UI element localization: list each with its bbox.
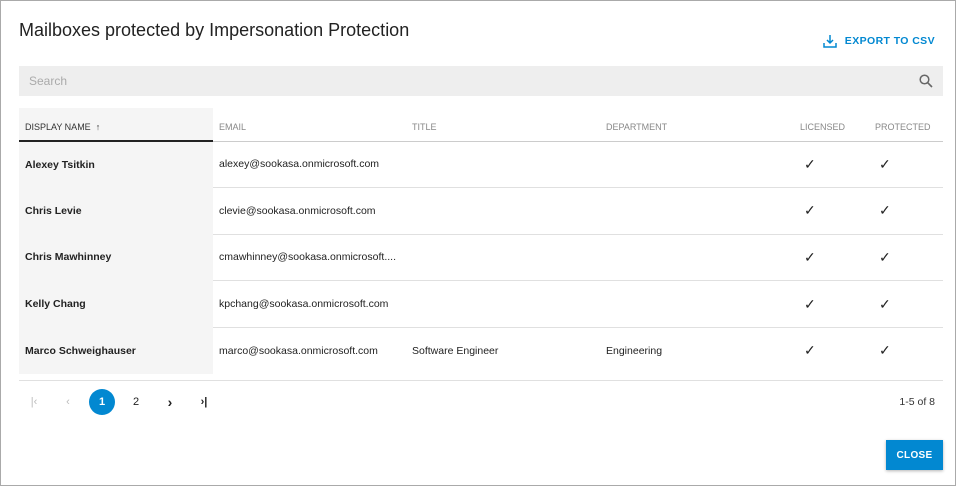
search-bar xyxy=(19,66,943,96)
cell-email: kpchang@sookasa.onmicrosoft.com xyxy=(213,280,406,328)
table-row[interactable]: Chris Levie clevie@sookasa.onmicrosoft.co… xyxy=(19,187,943,235)
cell-email: alexey@sookasa.onmicrosoft.com xyxy=(213,141,406,189)
cell-display-name: Alexey Tsitkin xyxy=(19,141,213,189)
column-header-department[interactable]: DEPARTMENT xyxy=(600,108,794,142)
next-page-icon[interactable]: › xyxy=(157,389,183,415)
cell-email: marco@sookasa.onmicrosoft.com xyxy=(219,344,378,357)
cell-protected-check-icon: ✓ xyxy=(879,342,891,359)
table-row[interactable]: Kelly Chang kpchang@sookasa.onmicrosoft.c… xyxy=(19,280,943,328)
table-row[interactable]: Chris Mawhinney cmawhinney@sookasa.onmicr… xyxy=(19,234,943,282)
dialog: Mailboxes protected by Impersonation Pro… xyxy=(0,0,956,486)
pagination: |‹ ‹ 1 2 › ›| xyxy=(21,389,217,415)
page-1-button[interactable]: 1 xyxy=(89,389,115,415)
cell-protected-check-icon: ✓ xyxy=(869,234,943,282)
divider xyxy=(19,380,943,381)
cell-title xyxy=(406,141,600,189)
cell-licensed-check-icon: ✓ xyxy=(794,187,869,235)
cell-email: clevie@sookasa.onmicrosoft.com xyxy=(213,187,406,235)
column-header-title[interactable]: TITLE xyxy=(406,108,600,142)
column-header-display-name[interactable]: DISPLAY NAME ↑ xyxy=(19,108,213,142)
cell-title xyxy=(406,187,600,235)
first-page-icon[interactable]: |‹ xyxy=(21,389,47,415)
cell-protected-check-icon: ✓ xyxy=(869,187,943,235)
cell-display-name: Kelly Chang xyxy=(19,280,213,328)
export-csv-label: EXPORT TO CSV xyxy=(844,35,935,47)
table-row[interactable]: Alexey Tsitkin alexey@sookasa.onmicrosoft… xyxy=(19,141,943,189)
search-icon[interactable] xyxy=(919,74,933,88)
column-header-email[interactable]: EMAIL xyxy=(213,108,406,142)
cell-title xyxy=(406,234,600,282)
previous-page-icon[interactable]: ‹ xyxy=(55,389,81,415)
dialog-title: Mailboxes protected by Impersonation Pro… xyxy=(19,20,410,40)
cell-department: Engineering xyxy=(606,344,663,357)
cell-department xyxy=(600,280,794,328)
close-button[interactable]: CLOSE xyxy=(886,440,943,470)
cell-title xyxy=(406,280,600,328)
pagination-range: 1-5 of 8 xyxy=(899,396,935,408)
column-label: DISPLAY NAME xyxy=(25,122,91,132)
column-header-licensed[interactable]: LICENSED xyxy=(794,108,869,142)
sort-ascending-icon: ↑ xyxy=(95,122,101,132)
cell-department xyxy=(600,234,794,282)
table-row[interactable]: Marco Schweighauser marco@sookasa.onmicro… xyxy=(19,327,943,374)
cell-licensed-check-icon: ✓ xyxy=(804,342,816,359)
cell-protected-check-icon: ✓ xyxy=(869,141,943,189)
cell-protected-check-icon: ✓ xyxy=(869,280,943,328)
cell-licensed-check-icon: ✓ xyxy=(794,280,869,328)
cell-department xyxy=(600,187,794,235)
cell-display-name: Marco Schweighauser xyxy=(19,327,213,374)
download-icon xyxy=(823,35,837,48)
cell-licensed-check-icon: ✓ xyxy=(794,234,869,282)
column-header-protected[interactable]: PROTECTED xyxy=(869,108,943,142)
mailbox-table: DISPLAY NAME ↑ EMAIL TITLE DEPARTMENT LI… xyxy=(19,108,943,374)
cell-department xyxy=(600,141,794,189)
page-2-button[interactable]: 2 xyxy=(123,389,149,415)
search-input[interactable] xyxy=(29,74,919,88)
cell-title: Software Engineer xyxy=(412,344,499,357)
cell-licensed-check-icon: ✓ xyxy=(794,141,869,189)
export-csv-button[interactable]: EXPORT TO CSV xyxy=(823,34,935,48)
last-page-icon[interactable]: ›| xyxy=(191,389,217,415)
cell-display-name: Chris Mawhinney xyxy=(19,234,213,282)
cell-email: cmawhinney@sookasa.onmicrosoft.... xyxy=(213,234,406,282)
cell-display-name: Chris Levie xyxy=(19,187,213,235)
